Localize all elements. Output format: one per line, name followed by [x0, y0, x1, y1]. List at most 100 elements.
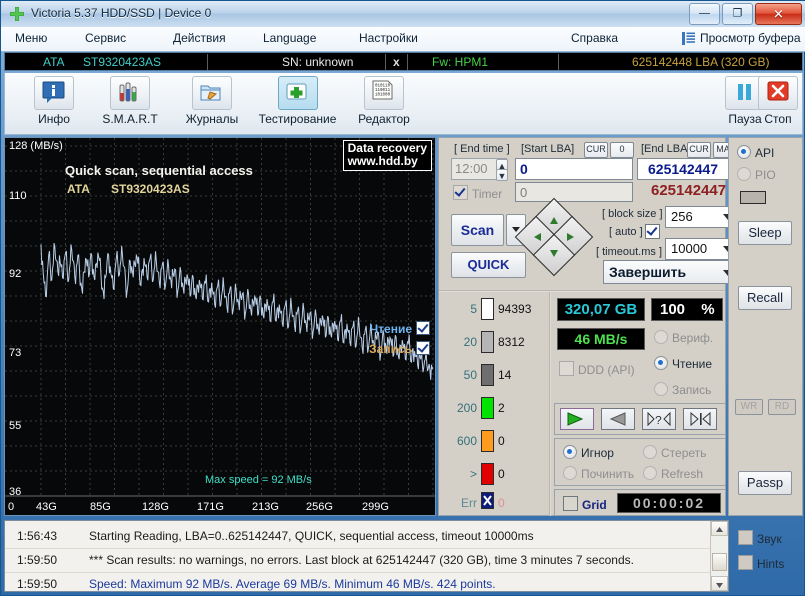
- mode-verify-radio[interactable]: Вериф.: [654, 330, 713, 345]
- device-capacity: 625142448 LBA (320 GB): [632, 55, 770, 69]
- start-lba-input[interactable]: 0: [515, 158, 633, 180]
- play-back-button[interactable]: [601, 408, 635, 430]
- action-radio-group: Игнор Стереть Починить Refresh: [554, 438, 726, 486]
- device-firmware: Fw: HPM1: [432, 55, 489, 69]
- block-size-value: 256: [671, 209, 693, 224]
- menu-item-language[interactable]: Language: [263, 31, 316, 45]
- scrollbar-thumb[interactable]: [712, 553, 727, 571]
- auto-checkbox[interactable]: [645, 224, 660, 239]
- timeout-label: [ timeout.ms ]: [596, 246, 663, 258]
- bottom-right-options: Звук Hints: [732, 520, 803, 592]
- sound-checkbox[interactable]: [738, 530, 753, 545]
- ddd-checkbox[interactable]: [559, 361, 574, 376]
- toolbar-button-testing[interactable]: Тестирование: [250, 76, 345, 132]
- jump-start-button[interactable]: [683, 408, 717, 430]
- mode-write-bullet[interactable]: [654, 382, 668, 396]
- toolbar-button-logs[interactable]: Журналы: [173, 76, 251, 132]
- hints-label: Hints: [757, 557, 785, 571]
- start-lba-cur-button[interactable]: CUR: [584, 142, 608, 158]
- action-refresh-radio[interactable]: Refresh: [643, 466, 703, 481]
- timer-value-input[interactable]: 0: [515, 182, 633, 202]
- jump-unknown-icon: ?: [647, 411, 671, 428]
- mode-read-bullet[interactable]: [654, 356, 668, 370]
- scan-button[interactable]: Scan: [451, 214, 504, 246]
- hist-threshold-5: >: [469, 467, 477, 481]
- graph-max-speed-note: Max speed = 92 MB/s: [205, 474, 312, 486]
- rd-button[interactable]: RD: [768, 399, 796, 415]
- ddd-toggle[interactable]: DDD (API): [559, 361, 635, 377]
- action-refresh-bullet[interactable]: [643, 466, 657, 480]
- mode-read-radio[interactable]: Чтение: [654, 356, 712, 371]
- menu-item-service[interactable]: Сервис: [85, 31, 126, 45]
- action-ignore-radio[interactable]: Игнор: [563, 445, 614, 460]
- play-forward-button[interactable]: [560, 408, 594, 430]
- toolbar-label-logs: Журналы: [185, 112, 239, 126]
- action-ignore-bullet[interactable]: [563, 445, 577, 459]
- end-time-spin-down[interactable]: ▼: [496, 169, 508, 181]
- jump-unknown-button[interactable]: ?: [642, 408, 676, 430]
- mode-api-radio[interactable]: API: [737, 145, 774, 160]
- action-repair-bullet[interactable]: [563, 466, 577, 480]
- start-lba-zero-button[interactable]: 0: [610, 142, 634, 158]
- graph-xtick-4: 171G: [197, 501, 224, 513]
- error-x-icon: [483, 495, 492, 506]
- mode-api-bullet[interactable]: [737, 145, 751, 159]
- panel-divider-vertical: [549, 292, 551, 516]
- wr-button[interactable]: WR: [735, 399, 763, 415]
- menu-item-help[interactable]: Справка: [571, 31, 618, 45]
- device-clear-button[interactable]: x: [393, 55, 400, 69]
- toolbar-button-smart[interactable]: S.M.A.R.T: [91, 76, 169, 132]
- quick-button[interactable]: QUICK: [451, 252, 526, 278]
- svg-text:101000: 101000: [375, 94, 391, 98]
- mode-pio-bullet[interactable]: [737, 167, 751, 181]
- close-button[interactable]: ✕: [755, 3, 802, 25]
- mode-verify-bullet[interactable]: [654, 330, 668, 344]
- log-panel[interactable]: 1:56:43 Starting Reading, LBA=0..6251424…: [4, 520, 729, 592]
- minimize-button[interactable]: —: [689, 3, 720, 25]
- mode-write-label: Запись: [672, 383, 712, 397]
- mode-pio-radio[interactable]: PIO: [737, 167, 776, 182]
- finish-action-select[interactable]: Завершить: [603, 260, 739, 284]
- timeout-value: 10000: [671, 241, 708, 256]
- action-repair-radio[interactable]: Починить: [563, 466, 634, 481]
- hints-toggle[interactable]: Hints: [738, 555, 784, 571]
- mode-write-radio[interactable]: Запись: [654, 382, 711, 397]
- scroll-up-arrow-icon[interactable]: [711, 521, 728, 536]
- toolbar-button-info[interactable]: Инфо: [15, 76, 93, 132]
- graph-subtitle-model: ST9320423AS: [111, 182, 190, 196]
- graph-write-checkbox[interactable]: [416, 341, 430, 355]
- scan-speed-graph[interactable]: 128 (MB/s) 110 92 73 55 36 0 43G 85G 128…: [4, 137, 436, 516]
- graph-write-toggle[interactable]: Запись: [369, 341, 430, 356]
- sleep-button[interactable]: Sleep: [738, 221, 792, 245]
- passport-button[interactable]: Passp: [738, 471, 792, 495]
- action-erase-radio[interactable]: Стереть: [643, 445, 706, 460]
- menu-item-menu[interactable]: Меню: [15, 31, 47, 45]
- grid-toggle[interactable]: Grid: [563, 496, 607, 512]
- end-lba-cur-button[interactable]: CUR: [687, 142, 711, 158]
- auto-toggle[interactable]: [645, 224, 664, 240]
- scroll-down-arrow-icon[interactable]: [711, 576, 728, 591]
- nav-button-group: ?: [554, 403, 726, 435]
- hints-checkbox[interactable]: [738, 555, 753, 570]
- menu-item-actions[interactable]: Действия: [173, 31, 226, 45]
- buffer-view-button[interactable]: Просмотр буфера: [700, 31, 801, 45]
- sound-toggle[interactable]: Звук: [738, 530, 782, 546]
- grid-checkbox[interactable]: [563, 496, 578, 511]
- timer-toggle[interactable]: Timer: [453, 185, 502, 201]
- maximize-button[interactable]: ❐: [722, 3, 753, 25]
- recall-button[interactable]: Recall: [738, 286, 792, 310]
- toolbar-button-stop[interactable]: Стоп: [750, 76, 805, 132]
- graph-read-checkbox[interactable]: [416, 321, 430, 335]
- hist-threshold-6: Err: [461, 496, 477, 510]
- four-way-nav-icon[interactable]: [514, 197, 594, 277]
- log-scrollbar[interactable]: [710, 521, 728, 591]
- log-message-1: *** Scan results: no warnings, no errors…: [89, 553, 634, 567]
- menu-item-settings[interactable]: Настройки: [359, 31, 418, 45]
- hist-count-3: 2: [498, 401, 505, 415]
- hist-threshold-1: 20: [463, 335, 477, 349]
- hist-threshold-3: 200: [456, 401, 477, 415]
- toolbar-button-editor[interactable]: 010110 110011 101000 Редактор: [345, 76, 423, 132]
- graph-read-toggle[interactable]: Чтение: [370, 321, 430, 336]
- action-erase-bullet[interactable]: [643, 445, 657, 459]
- timer-checkbox[interactable]: [453, 185, 468, 200]
